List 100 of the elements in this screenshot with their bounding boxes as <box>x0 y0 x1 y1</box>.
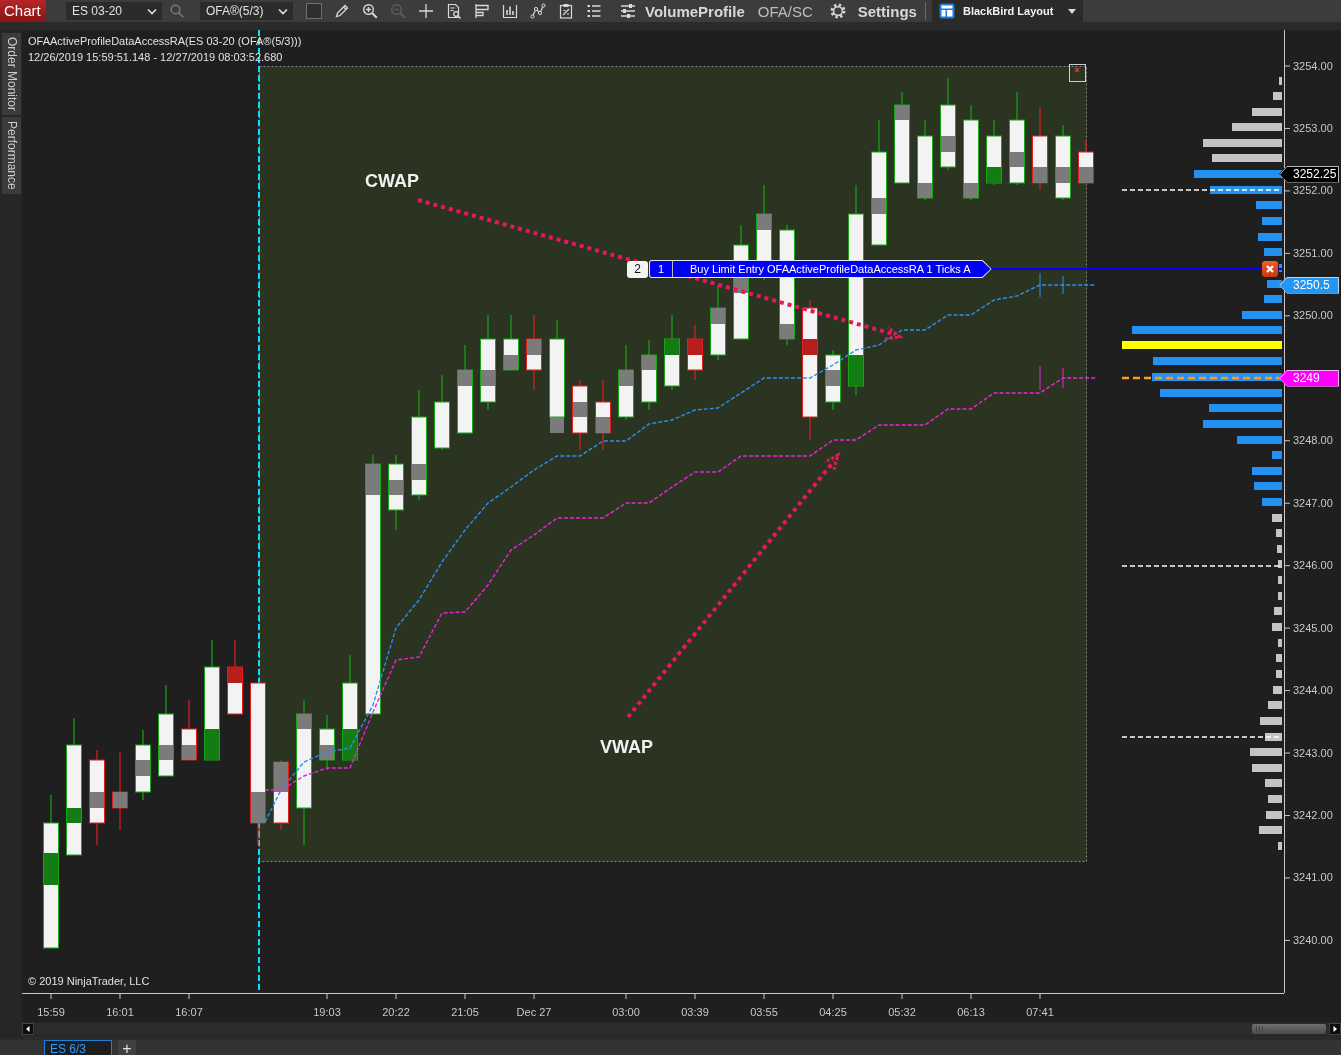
volume-profile-bar <box>1266 811 1282 819</box>
crosshair-icon[interactable] <box>418 3 434 19</box>
volume-profile-bar <box>1260 717 1282 725</box>
caret-icon <box>278 7 288 15</box>
list-icon[interactable] <box>586 3 602 19</box>
candlestick <box>572 379 588 451</box>
volume-profile-bar <box>1278 639 1282 647</box>
tab[interactable]: ES 6/3 <box>44 1040 112 1055</box>
indicator-button[interactable]: VolumeProfile <box>645 2 745 20</box>
annotation-label: CWAP <box>365 171 419 192</box>
volume-profile-bar <box>1276 670 1282 678</box>
price-label: 3242.00 <box>1293 809 1333 822</box>
price-marker: 3249 <box>1279 369 1339 387</box>
order-tag[interactable]: 1 Buy Limit Entry OFAActiveProfileDataAccessRA 1 Ticks A <box>649 260 992 278</box>
price-label: 3248.00 <box>1293 434 1333 448</box>
volume-profile-bar <box>1237 436 1282 444</box>
volume-profile-bar <box>1254 482 1282 490</box>
caret-icon <box>147 7 157 15</box>
volume-profile-bar <box>1268 701 1282 709</box>
layout-button[interactable]: BlackBird Layout <box>931 0 1083 22</box>
time-label: 07:41 <box>1026 1006 1054 1019</box>
time-label: 05:32 <box>888 1006 916 1019</box>
flag-icon[interactable] <box>474 3 490 19</box>
line-chart-icon[interactable] <box>530 3 546 19</box>
volume-profile-bar <box>1272 451 1282 459</box>
zoom-in-icon[interactable] <box>362 3 378 19</box>
volume-profile-bar <box>1276 654 1282 662</box>
volume-profile-bar <box>1278 560 1282 568</box>
candlestick <box>273 759 289 831</box>
order-count: 1 <box>650 261 673 277</box>
price-label: 3243.00 <box>1293 746 1333 760</box>
volume-profile-bar <box>1258 233 1282 241</box>
candlestick <box>1078 139 1094 186</box>
volume-profile-bar <box>1267 280 1282 288</box>
price-marker: 3250.5 <box>1279 276 1339 294</box>
pencil-icon[interactable] <box>334 3 350 19</box>
price-label: 3241.00 <box>1293 871 1333 885</box>
annotation-label: VWAP <box>600 737 653 758</box>
volume-profile-bar <box>1252 764 1282 772</box>
time-label: 21:05 <box>451 1006 479 1019</box>
time-label: 03:00 <box>612 1006 640 1019</box>
candlestick <box>319 714 335 771</box>
side-tab[interactable]: Performance <box>1 117 21 194</box>
date-range: 12/26/2019 15:59:51.148 - 12/27/2019 08:03:52.680 <box>28 51 283 64</box>
order-text: Buy Limit Entry OFAActiveProfileDataAccessRA 1 Ticks A <box>689 262 972 277</box>
settings-icon[interactable] <box>829 3 846 19</box>
candlestick <box>641 339 657 411</box>
volume-profile-bar <box>1232 123 1282 131</box>
instrument-dropdown[interactable]: ES 03-20 <box>66 2 162 20</box>
price-label: 3244.00 <box>1293 684 1333 698</box>
cancel-order-button[interactable] <box>1262 261 1278 277</box>
order-quantity[interactable]: 2 <box>627 261 648 278</box>
square-icon[interactable] <box>306 3 322 19</box>
volume-profile-bar <box>1279 264 1282 272</box>
window-tab[interactable]: Chart <box>0 0 46 22</box>
time-label: 04:25 <box>819 1006 847 1019</box>
time-label: 03:55 <box>750 1006 778 1019</box>
chart-title: OFAActiveProfileDataAccessRA(ES 03-20 (OFA®(5/3))) <box>28 35 302 48</box>
candlestick <box>595 379 611 451</box>
volume-profile-bar <box>1274 607 1282 615</box>
price-label: 3245.00 <box>1293 621 1333 635</box>
copyright-text: © 2019 NinjaTrader, LLC <box>28 975 150 988</box>
sliders-icon[interactable] <box>620 3 636 19</box>
bar-type-dropdown[interactable]: OFA®(5/3) <box>200 2 293 20</box>
volume-profile-bar <box>1262 498 1282 506</box>
price-label: 3246.00 <box>1293 559 1333 573</box>
caret-icon <box>1067 8 1076 14</box>
search-icon[interactable] <box>170 4 184 18</box>
price-label: 3252.00 <box>1293 184 1333 198</box>
time-label: Dec 27 <box>516 1006 552 1019</box>
volume-profile-bar <box>1272 514 1282 522</box>
bar-chart-icon[interactable] <box>502 3 518 19</box>
volume-profile-bar <box>1278 576 1282 584</box>
layout-icon <box>938 3 955 19</box>
candlestick <box>181 699 197 761</box>
volume-profile-bar <box>1210 186 1282 194</box>
time-label: 16:07 <box>175 1006 203 1019</box>
new-tab-button[interactable]: + <box>118 1040 136 1055</box>
price-label: 3254.00 <box>1293 59 1333 73</box>
scrollbar-thumb[interactable] <box>1252 1024 1326 1034</box>
time-label: 06:13 <box>957 1006 985 1019</box>
volume-profile-bar <box>1259 826 1282 834</box>
candlestick <box>825 349 841 411</box>
volume-profile-bar <box>1279 77 1282 85</box>
candlestick <box>135 729 151 801</box>
volume-profile-bar <box>1242 311 1282 319</box>
clipboard-icon[interactable] <box>558 3 574 19</box>
document-search-icon[interactable] <box>446 3 462 19</box>
volume-profile-bar <box>1268 795 1282 803</box>
settings-button[interactable]: Settings <box>857 2 917 20</box>
volume-profile-bar <box>1265 733 1282 741</box>
volume-profile-bar <box>1265 779 1282 787</box>
side-tab[interactable]: Order Monitor <box>1 33 21 116</box>
volume-profile-bar <box>1278 592 1282 600</box>
template-button[interactable]: OFA/SC <box>757 2 813 20</box>
volume-profile-bar <box>1262 217 1282 225</box>
volume-profile-bar <box>1277 545 1282 553</box>
close-icon[interactable] <box>1069 64 1086 82</box>
close-icon <box>1266 265 1274 273</box>
time-label: 15:59 <box>37 1006 65 1019</box>
